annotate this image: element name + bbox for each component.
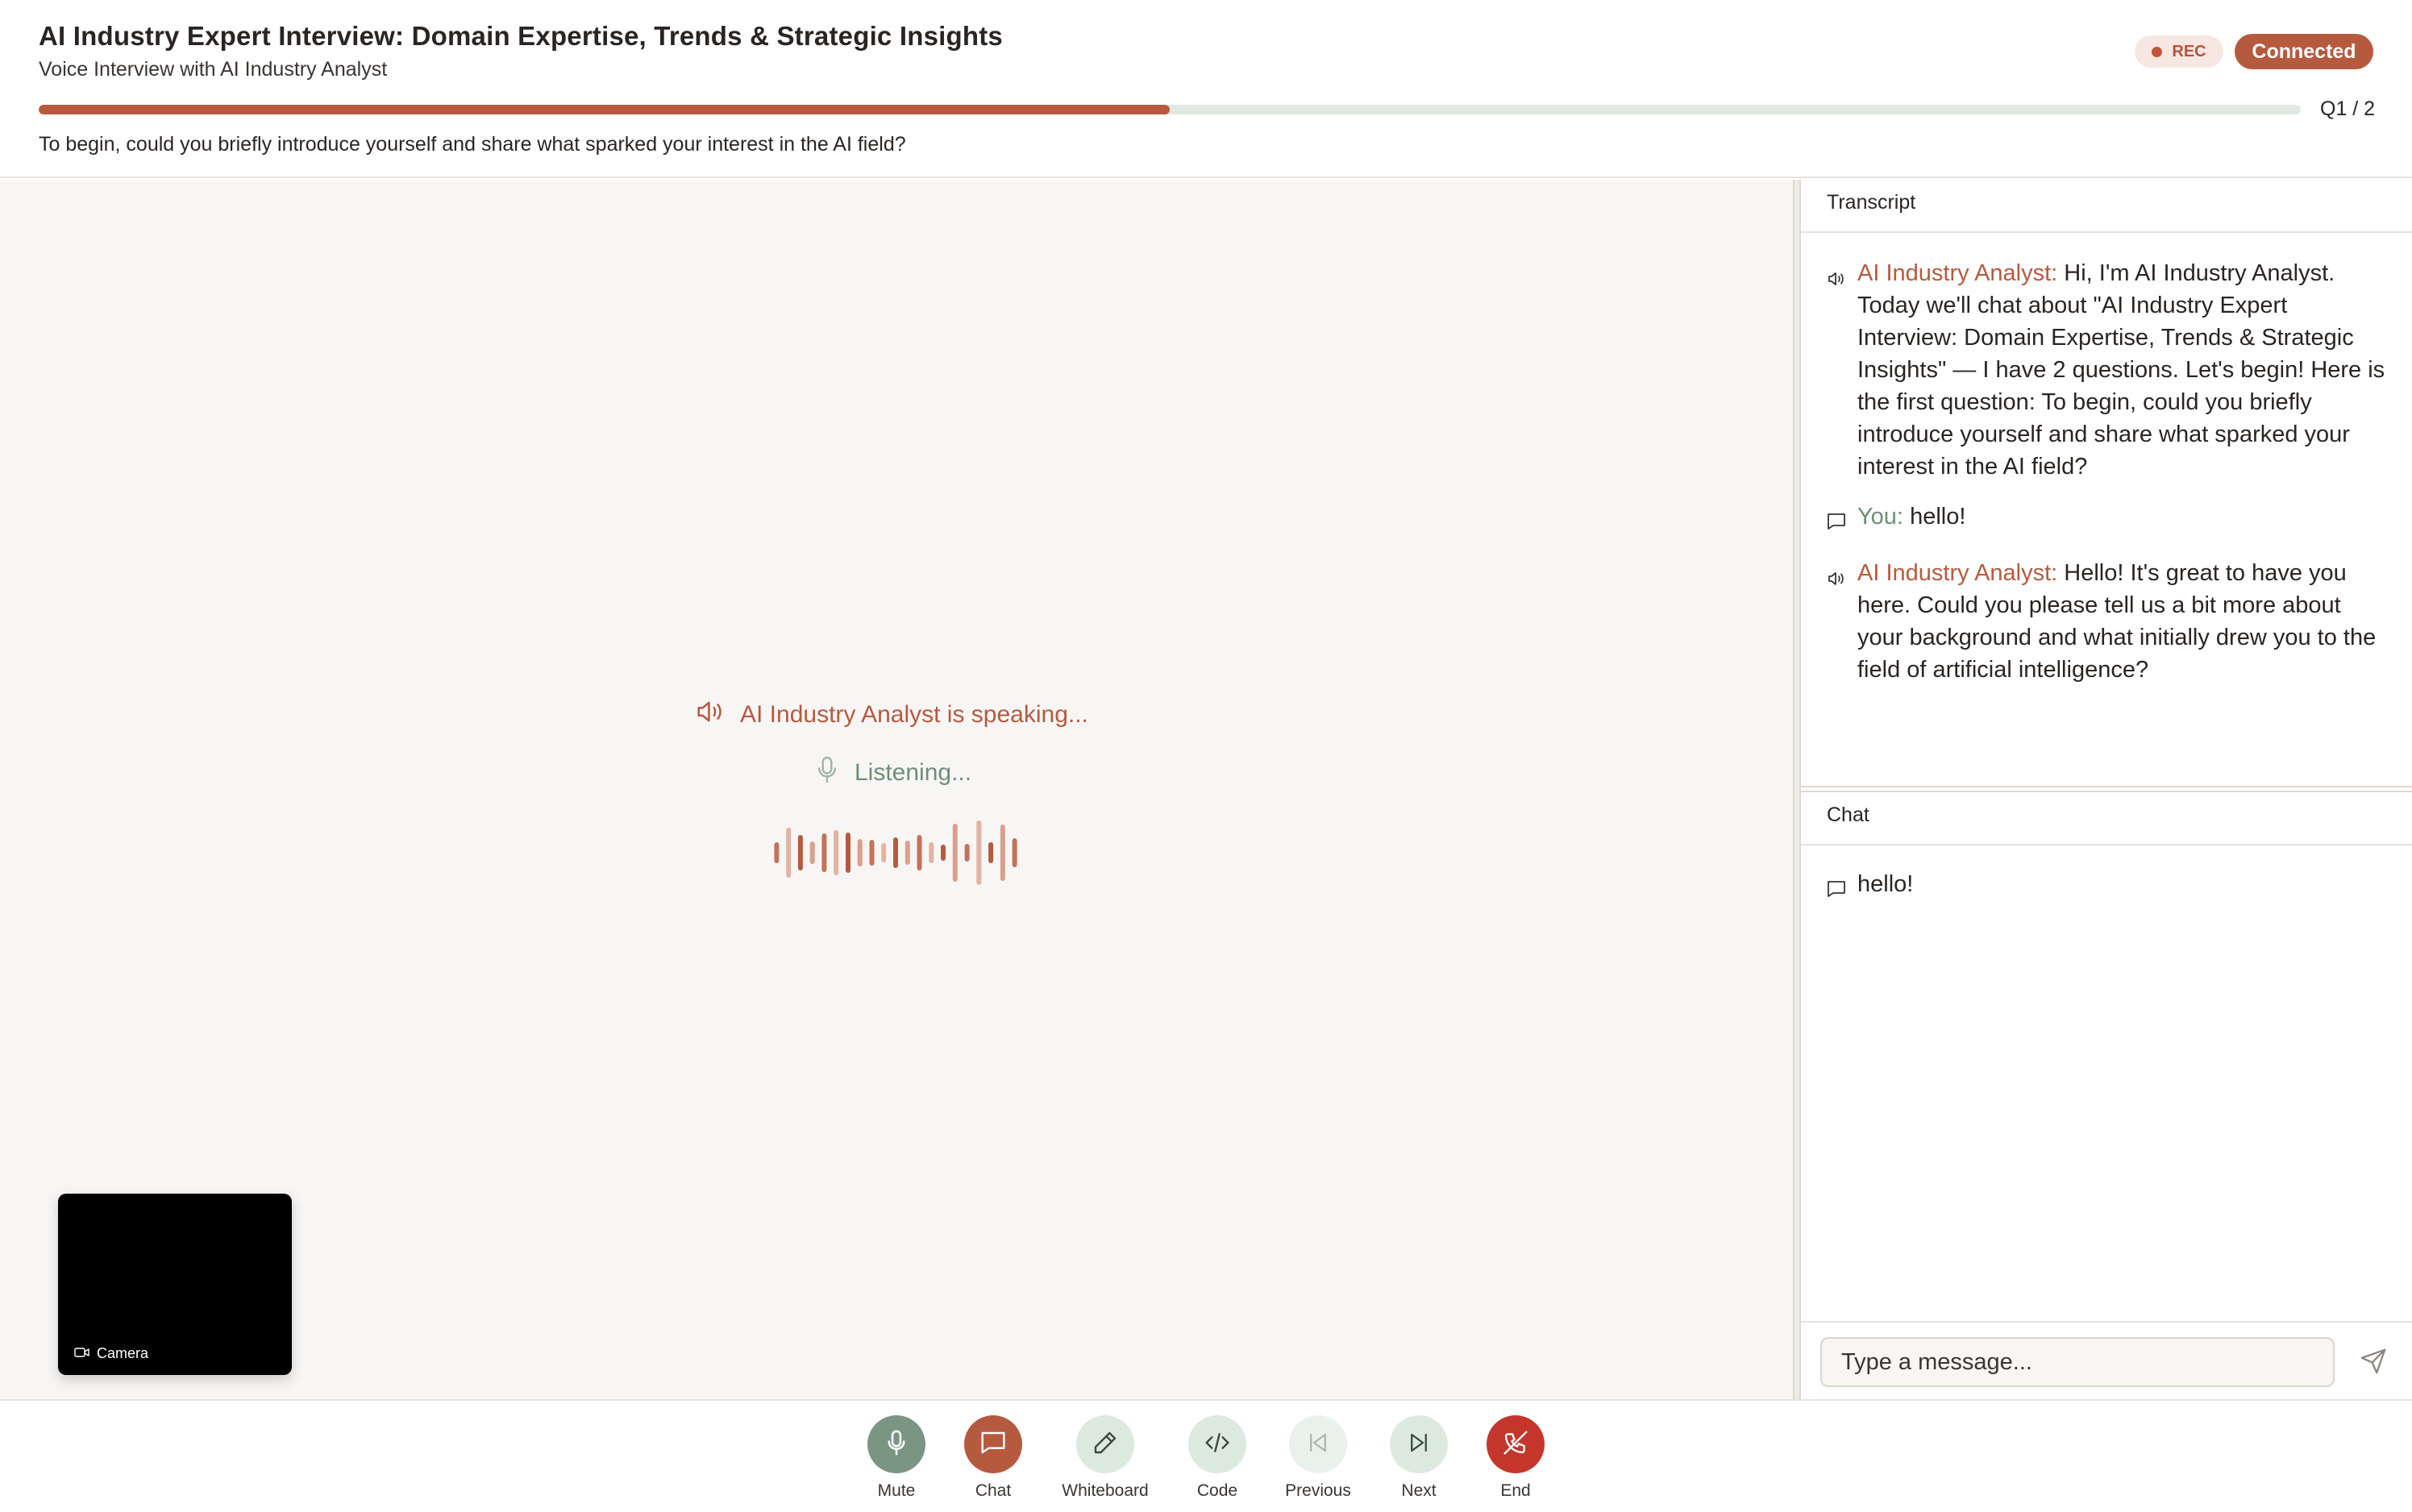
call-toolbar: Mute Chat Whiteboard Code Previous Next … [0, 1399, 2412, 1512]
waveform-bar [846, 833, 850, 873]
waveform-bar [786, 828, 792, 878]
camera-label: Camera [74, 1345, 148, 1362]
chat-compose-bar [1801, 1321, 2412, 1399]
mute-button-circle[interactable] [867, 1415, 925, 1473]
message-speaker: You: [1857, 504, 1903, 530]
waveform-bar [964, 844, 970, 862]
next-label: Next [1401, 1481, 1437, 1500]
interview-header: AI Industry Expert Interview: Domain Exp… [0, 0, 2412, 178]
chat-list: hello! [1827, 868, 2391, 924]
speaking-text: AI Industry Analyst is speaking... [740, 701, 1088, 728]
message-speaker: AI Industry Analyst: [1857, 560, 2058, 586]
chat-bubble-icon [1827, 507, 1846, 539]
connection-status-badge: Connected [2235, 34, 2373, 69]
microphone-icon [814, 755, 840, 791]
recording-label: REC [2172, 42, 2206, 60]
code-label: Code [1196, 1481, 1238, 1500]
page-subtitle: Voice Interview with AI Industry Analyst [39, 58, 388, 81]
speaker-icon [695, 699, 726, 731]
message-text: hello! [1857, 871, 1914, 897]
question-counter: Q1 / 2 [2320, 98, 2376, 120]
panel-resize-handle[interactable] [1793, 180, 1801, 1399]
waveform-bar [917, 835, 922, 870]
waveform-bar [952, 824, 958, 882]
waveform-bar [893, 837, 898, 868]
transcript-heading: Transcript [1801, 180, 2412, 233]
waveform-bar [821, 833, 827, 872]
section-divider[interactable] [1801, 786, 2412, 792]
end-call-button[interactable]: End [1455, 1415, 1576, 1501]
next-button-circle[interactable] [1390, 1415, 1448, 1473]
waveform-bar [988, 842, 994, 863]
chat-bubble-icon [1827, 874, 1846, 907]
page-title: AI Industry Expert Interview: Domain Exp… [39, 21, 1003, 51]
waveform-bar [797, 835, 803, 870]
skip-back-icon [1306, 1431, 1330, 1459]
message-text: Hi, I'm AI Industry Analyst. Today we'll… [1857, 260, 2385, 480]
listening-text: Listening... [855, 759, 972, 786]
phone-off-icon [1503, 1430, 1528, 1460]
send-icon [2360, 1348, 2387, 1379]
message-text: hello! [1910, 504, 1966, 530]
waveform-bar [1012, 838, 1017, 867]
recording-badge: REC [2135, 35, 2223, 68]
camera-preview[interactable]: Camera [58, 1194, 292, 1375]
code-icon [1204, 1431, 1230, 1459]
previous-label: Previous [1285, 1481, 1351, 1500]
waveform-bar [941, 845, 946, 861]
end-call-button-circle[interactable] [1487, 1415, 1545, 1473]
chat-heading: Chat [1801, 792, 2412, 845]
waveform-bar [857, 839, 863, 866]
waveform-bar [809, 841, 815, 864]
chat-button-circle[interactable] [964, 1415, 1022, 1473]
audio-waveform [774, 820, 1017, 885]
waveform-bar [929, 842, 934, 863]
waveform-bar [904, 841, 910, 865]
chat-message: hello! [1827, 868, 2391, 907]
end-label: End [1500, 1481, 1531, 1500]
current-question: To begin, could you briefly introduce yo… [39, 133, 906, 156]
waveform-bar [881, 843, 887, 862]
chat-message-input[interactable] [1820, 1337, 2335, 1387]
listening-indicator: Listening... [814, 755, 971, 791]
waveform-bar [774, 842, 780, 863]
chat-bubble-icon [980, 1431, 1006, 1459]
mute-label: Mute [877, 1481, 916, 1500]
transcript-message: AI Industry Analyst: Hello! It's great t… [1827, 557, 2391, 686]
question-progress-bar [39, 105, 2301, 114]
microphone-icon [884, 1429, 909, 1460]
waveform-bar [869, 840, 875, 866]
side-panel: Transcript AI Industry Analyst: Hi, I'm … [1801, 180, 2412, 1399]
whiteboard-button-circle[interactable] [1076, 1415, 1134, 1473]
message-speaker: AI Industry Analyst: [1857, 260, 2058, 286]
speaking-indicator: AI Industry Analyst is speaking... [695, 699, 1088, 731]
speaker-icon [1827, 563, 1846, 686]
waveform-bar [1000, 825, 1005, 881]
whiteboard-label: Whiteboard [1062, 1481, 1149, 1500]
camera-label-text: Camera [97, 1345, 149, 1361]
skip-forward-icon [1407, 1431, 1431, 1459]
interview-stage: AI Industry Analyst is speaking... Liste… [0, 180, 1793, 1399]
code-button-circle[interactable] [1188, 1415, 1246, 1473]
pencil-icon [1092, 1430, 1118, 1460]
question-progress-fill [39, 105, 1170, 114]
waveform-bar [976, 820, 982, 885]
transcript-list: AI Industry Analyst: Hi, I'm AI Industry… [1827, 257, 2391, 704]
chat-label: Chat [975, 1481, 1012, 1500]
send-button[interactable] [2357, 1347, 2389, 1379]
recording-dot-icon [2152, 46, 2163, 57]
transcript-message: AI Industry Analyst: Hi, I'm AI Industry… [1827, 257, 2391, 483]
whiteboard-button[interactable]: Whiteboard [1045, 1415, 1166, 1501]
waveform-bar [834, 830, 839, 875]
previous-button-circle[interactable] [1289, 1415, 1347, 1473]
video-camera-icon [74, 1345, 90, 1362]
transcript-message: You: hello! [1827, 501, 2391, 539]
speaker-icon [1827, 264, 1846, 483]
chat-button[interactable]: Chat [933, 1415, 1054, 1501]
